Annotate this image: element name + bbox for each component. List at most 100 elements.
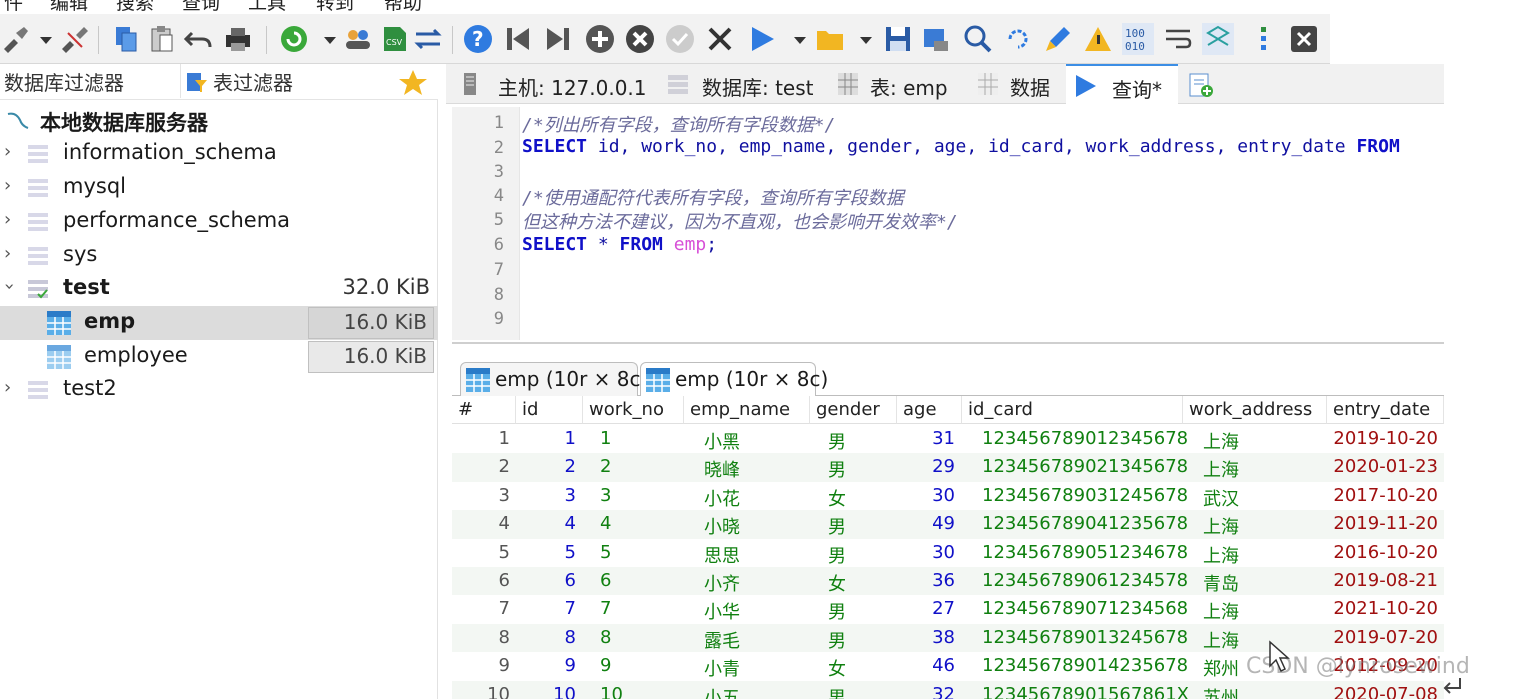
cell-emp-name[interactable]: 露毛 [704, 627, 804, 653]
add-icon[interactable] [584, 23, 616, 55]
cell-id-card[interactable]: 123456789031245678 [982, 485, 1188, 506]
cell-entry-date[interactable]: 2019-08-21 [1327, 570, 1438, 591]
cell-work-no[interactable]: 7 [600, 598, 690, 619]
chevron-right-icon[interactable]: › [4, 141, 11, 162]
dropdown-arrow-icon[interactable] [850, 23, 872, 55]
cell-id-card[interactable]: 123456789071234568 [982, 598, 1188, 619]
new-query-tab-icon[interactable] [1188, 72, 1214, 98]
cell-gender[interactable]: 女 [828, 485, 888, 511]
table-filter-input[interactable]: 表过滤器 [180, 64, 392, 98]
cell-age[interactable]: 46 [897, 655, 955, 676]
cell-gender[interactable]: 女 [828, 655, 888, 681]
cell-work-no[interactable]: 10 [600, 684, 690, 699]
cell-emp-name[interactable]: 小齐 [704, 570, 804, 596]
cell-id[interactable]: 9 [516, 655, 576, 676]
transfer-icon[interactable] [412, 23, 444, 55]
cell-row-number[interactable]: 1 [452, 428, 510, 449]
cell-work-no[interactable]: 5 [600, 542, 690, 563]
cell-work-no[interactable]: 4 [600, 513, 690, 534]
database-filter-input[interactable]: 数据库过滤器 [4, 67, 124, 96]
cell-work-address[interactable]: 上海 [1203, 542, 1323, 568]
tree-item-information_schema[interactable]: › information_schema [0, 137, 438, 171]
disconnect-icon[interactable] [58, 23, 90, 55]
table-row[interactable]: 2 2 2 晓峰男 29 123456789021345678 上海 2020-01-23 [452, 453, 1444, 482]
cell-work-address[interactable]: 上海 [1203, 598, 1323, 624]
clear-icon[interactable] [1042, 23, 1074, 55]
star-icon[interactable] [398, 68, 428, 96]
cell-id[interactable]: 4 [516, 513, 576, 534]
tab-table[interactable]: 表: emp [824, 64, 962, 104]
table-row[interactable]: 4 4 4 小晓男 49 123456789041235678 上海 2019-11-20 [452, 510, 1444, 539]
cell-work-no[interactable]: 6 [600, 570, 690, 591]
cell-entry-date[interactable]: 2019-07-20 [1327, 627, 1438, 648]
cell-row-number[interactable]: 3 [452, 485, 510, 506]
cell-age[interactable]: 38 [897, 627, 955, 648]
menu-item-query[interactable]: 查询 [182, 0, 220, 15]
cell-id[interactable]: 7 [516, 598, 576, 619]
last-icon[interactable] [542, 23, 574, 55]
cell-id-card[interactable]: 123456789013245678 [982, 627, 1188, 648]
cell-entry-date[interactable]: 2020-01-23 [1327, 456, 1438, 477]
search-icon[interactable] [962, 23, 994, 55]
dropdown-arrow-icon[interactable] [30, 23, 52, 55]
table-row[interactable]: 8 8 8 露毛男 38 123456789013245678 上海 2019-07-20 [452, 623, 1444, 653]
cell-gender[interactable]: 男 [828, 513, 888, 539]
cell-work-no[interactable]: 1 [600, 428, 690, 449]
cell-emp-name[interactable]: 思思 [704, 542, 804, 568]
table-row[interactable]: 5 5 5 思思男 30 123456789051234678 上海 2016-10-20 [452, 539, 1444, 567]
cell-age[interactable]: 30 [897, 542, 955, 563]
folder-icon[interactable] [814, 23, 846, 55]
cell-work-address[interactable]: 武汉 [1203, 485, 1323, 511]
column-header[interactable]: age [897, 396, 962, 424]
column-header[interactable]: work_address [1183, 396, 1327, 424]
cell-id[interactable]: 5 [516, 542, 576, 563]
server-node[interactable]: 本地数据库服务器 [0, 104, 438, 138]
cell-age[interactable]: 29 [897, 456, 955, 477]
chevron-down-icon[interactable]: › [0, 283, 20, 290]
tab-host[interactable]: 主机: 127.0.0.1 [446, 64, 652, 104]
column-header[interactable]: id_card [962, 396, 1183, 424]
cell-emp-name[interactable]: 小晓 [704, 513, 804, 539]
cell-entry-date[interactable]: 2017-10-20 [1327, 485, 1438, 506]
cell-entry-date[interactable]: 2020-07-08 [1327, 684, 1438, 699]
cell-work-address[interactable]: 上海 [1203, 627, 1323, 653]
cell-gender[interactable]: 男 [828, 542, 888, 568]
cell-age[interactable]: 30 [897, 485, 955, 506]
cell-id[interactable]: 10 [516, 684, 576, 699]
print-icon[interactable] [222, 23, 254, 55]
column-header[interactable]: work_no [583, 396, 684, 424]
cell-id[interactable]: 2 [516, 456, 576, 477]
cell-age[interactable]: 36 [897, 570, 955, 591]
check-icon[interactable] [664, 23, 696, 55]
chevron-right-icon[interactable]: › [4, 175, 11, 196]
cell-gender[interactable]: 男 [828, 684, 888, 699]
wrap-icon[interactable] [1162, 23, 1194, 55]
cell-gender[interactable]: 女 [828, 570, 888, 596]
cell-id-card[interactable]: 123456789021345678 [982, 456, 1188, 477]
cell-age[interactable]: 32 [897, 684, 955, 699]
column-header[interactable]: entry_date [1327, 396, 1444, 424]
cell-gender[interactable]: 男 [828, 428, 888, 454]
cell-age[interactable]: 49 [897, 513, 955, 534]
cell-emp-name[interactable]: 小青 [704, 655, 804, 681]
tree-item-performance_schema[interactable]: › performance_schema [0, 205, 438, 239]
cell-row-number[interactable]: 9 [452, 655, 510, 676]
cell-work-address[interactable]: 青岛 [1203, 570, 1323, 596]
menu-item-tools[interactable]: 工具 [248, 0, 286, 15]
chevron-right-icon[interactable]: › [4, 377, 11, 398]
table-row[interactable]: 10 10 10 小五 男 32 12345678901567861X 苏州 2020-07-0… [452, 680, 1444, 699]
chevron-right-icon[interactable]: › [4, 243, 11, 264]
users-icon[interactable] [342, 23, 374, 55]
tree-item-table-emp[interactable]: emp 16.0 KiB [0, 306, 438, 340]
run-icon[interactable] [746, 23, 778, 55]
menu-item-search[interactable]: 搜索 [116, 0, 154, 15]
chevron-right-icon[interactable]: › [4, 209, 11, 230]
cell-row-number[interactable]: 7 [452, 598, 510, 619]
cell-row-number[interactable]: 10 [452, 684, 510, 699]
sql-editor[interactable]: 1 2 3 4 5 6 7 8 9 /*列出所有字段，查询所有字段数据*/ SE… [452, 107, 1444, 340]
tab-data[interactable]: 数据 [964, 64, 1064, 104]
menu-item-edit[interactable]: 编辑 [50, 0, 88, 15]
table-row[interactable]: 1 1 1 小黑男 31 123456789012345678 上海 2019-10-20 [452, 425, 1444, 453]
cell-entry-date[interactable]: 2019-11-20 [1327, 513, 1438, 534]
warning-icon[interactable] [1082, 23, 1114, 55]
